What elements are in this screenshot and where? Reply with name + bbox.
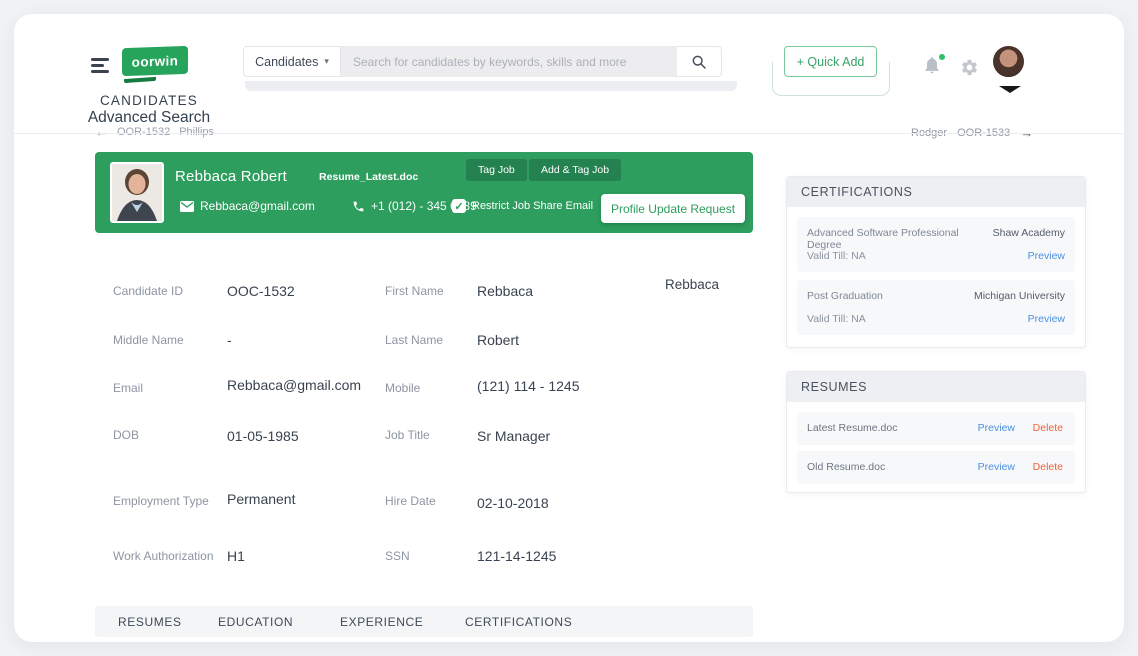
field-label: First Name [385,284,444,298]
logo-ribbon-fold [124,77,156,83]
field-value: 121-14-1245 [477,548,556,564]
candidate-email-text: Rebbaca@gmail.com [200,199,315,213]
candidate-email[interactable]: Rebbaca@gmail.com [180,199,315,213]
field-label: Work Authorization [113,549,214,563]
resume-file-name: Old Resume.doc [807,461,885,473]
certification-issuer: Shaw Academy [993,227,1065,239]
menu-icon[interactable] [91,58,109,76]
field-label: Mobile [385,381,420,395]
check-icon: ✓ [454,200,463,213]
field-value: Rebbaca@gmail.com [227,377,361,393]
field-value: 02-10-2018 [477,495,549,511]
notification-badge [938,53,946,61]
field-label: Hire Date [385,494,436,508]
field-label: Middle Name [113,333,184,347]
oorwin-logo: oorwin [122,46,188,76]
restrict-job-share: ✓ Restrict Job Share Email [452,199,593,213]
search-input[interactable] [341,46,677,77]
resumes-card-title: RESUMES [787,372,1085,402]
notifications-button[interactable] [922,54,944,78]
phone-icon [352,200,365,213]
autocomplete-ghost-text: Rebbaca [665,277,719,292]
page-heading: CANDIDATES Advanced Search [76,93,222,127]
field-label: Job Title [385,428,430,442]
field-label: Email [113,381,143,395]
field-label: DOB [113,428,139,442]
candidate-summary-card: Rebbaca Robert Resume_Latest.doc Tag Job… [95,152,753,233]
field-value: H1 [227,548,245,564]
resume-item: Latest Resume.doc Preview Delete [797,412,1075,445]
certification-item: Advanced Software Professional Degree Sh… [797,217,1075,272]
search-button[interactable] [677,46,722,77]
prev-candidate-name: Phillips [179,126,214,138]
search-suggestion-panel-edge [245,81,737,91]
field-value: - [227,332,232,348]
field-label: SSN [385,549,410,563]
certification-preview-link[interactable]: Preview [1028,313,1065,325]
restrict-label: Restrict Job Share Email [472,200,593,212]
profile-update-request-button[interactable]: Profile Update Request [601,194,745,223]
app-window: oorwin CANDIDATES Advanced Search ← OOR-… [14,14,1124,642]
field-value: Sr Manager [477,428,550,444]
resume-file-name: Latest Resume.doc [807,422,897,434]
field-label: Candidate ID [113,284,183,298]
detail-tabs-bar: RESUMES EDUCATION EXPERIENCE CERTIFICATI… [95,606,753,637]
candidate-photo [110,162,164,223]
quick-add-dropdown-outline [772,62,890,96]
restrict-checkbox[interactable]: ✓ [452,199,466,213]
tab-resumes[interactable]: RESUMES [118,615,182,629]
certification-valid-till: Valid Till: NA [807,250,866,262]
tab-education[interactable]: EDUCATION [218,615,293,629]
back-arrow-icon[interactable]: ← [95,124,108,139]
certifications-card-title: CERTIFICATIONS [787,177,1085,207]
certification-valid-till: Valid Till: NA [807,313,866,325]
prev-candidate-nav[interactable]: ← OOR-1532 Phillips [95,124,214,139]
resume-delete-link[interactable]: Delete [1033,422,1063,434]
certification-name: Post Graduation [807,290,883,302]
settings-button[interactable] [960,58,979,82]
certification-preview-link[interactable]: Preview [1028,250,1065,262]
add-and-tag-job-button[interactable]: Add & Tag Job [529,159,621,181]
certification-name: Advanced Software Professional Degree [807,227,982,251]
candidate-name: Rebbaca Robert [175,168,287,185]
tag-job-button[interactable]: Tag Job [466,159,527,181]
certification-issuer: Michigan University [974,290,1065,302]
prev-candidate-id: OOR-1532 [117,126,170,138]
search-scope-label: Candidates [255,55,318,69]
search-scope-dropdown[interactable]: Candidates ▾ [243,46,341,77]
field-label: Last Name [385,333,443,347]
global-search: Candidates ▾ [243,46,722,77]
field-value: Permanent [227,491,295,507]
search-icon [691,54,707,70]
portrait-image [112,164,162,221]
field-label: Employment Type [113,494,209,508]
certifications-card: CERTIFICATIONS Advanced Software Profess… [786,176,1086,348]
field-value: Robert [477,332,519,348]
logo-text: oorwin [132,53,179,70]
section-title: CANDIDATES [76,93,222,108]
field-value: OOC-1532 [227,283,295,299]
certification-item: Post Graduation Michigan University Vali… [797,280,1075,335]
envelope-icon [180,201,194,212]
resume-latest-link[interactable]: Resume_Latest.doc [319,171,418,183]
resume-preview-link[interactable]: Preview [978,422,1015,434]
resumes-card: RESUMES Latest Resume.doc Preview Delete… [786,371,1086,493]
tab-experience[interactable]: EXPERIENCE [340,615,423,629]
field-value: 01-05-1985 [227,428,299,444]
resume-preview-link[interactable]: Preview [978,461,1015,473]
tab-certifications[interactable]: CERTIFICATIONS [465,615,572,629]
gear-icon [960,58,979,77]
field-value: (121) 114 - 1245 [477,378,579,394]
chevron-down-icon: ▾ [324,56,329,67]
avatar-dropdown-caret[interactable] [999,86,1021,93]
user-avatar[interactable] [993,46,1024,77]
resume-item: Old Resume.doc Preview Delete [797,451,1075,484]
resume-delete-link[interactable]: Delete [1033,461,1063,473]
field-value: Rebbaca [477,283,533,299]
header-divider [14,133,1124,134]
